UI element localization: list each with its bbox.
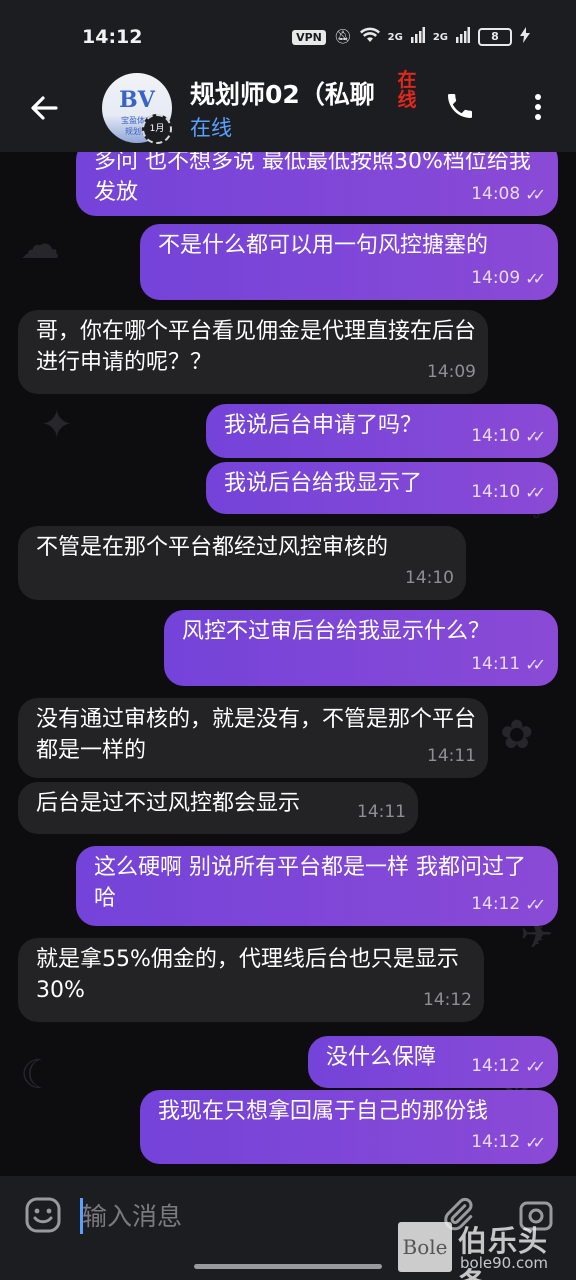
message-bubble-outgoing[interactable]: 没什么保障 14:12 ✓✓: [308, 1036, 558, 1088]
message-meta: 14:10 ✓✓: [471, 421, 546, 452]
double-check-icon: ✓✓: [525, 269, 546, 288]
chat-header: BV 宝盈体育 规划师 1月 规划师02（私聊 在线 在线: [0, 70, 576, 152]
message-meta: 14:12 ✓✓: [471, 889, 546, 920]
message-bubble-outgoing[interactable]: 风控不过审后台给我显示什么？ 14:11 ✓✓: [164, 610, 558, 686]
message-time: 14:12: [471, 894, 521, 914]
message-meta: 14:12 ✓✓: [471, 1051, 546, 1082]
message-time: 14:11: [427, 746, 476, 766]
more-vert-icon[interactable]: [528, 90, 548, 124]
double-check-icon: ✓✓: [525, 895, 546, 914]
message-meta: 14:09 ✓✓: [471, 263, 546, 294]
message-meta: 14:10: [405, 563, 454, 594]
message-meta: 14:12: [423, 985, 472, 1016]
status-bar: 14:12 VPN 🔕︎ 2G 2G 8: [0, 0, 576, 70]
mute-icon: 🔕︎: [333, 29, 352, 45]
background-doodle-icon: ☁: [20, 222, 60, 268]
message-time: 14:08: [471, 184, 521, 204]
message-meta: 14:08 ✓✓: [471, 179, 546, 210]
charging-icon: [520, 27, 530, 47]
background-doodle-icon: ✦: [40, 402, 74, 448]
background-doodle-icon: ☾: [20, 1052, 56, 1098]
message-input[interactable]: [82, 1194, 412, 1238]
signal-1-icon: [410, 27, 425, 47]
message-meta: 14:11 ✓✓: [471, 649, 546, 680]
message-bubble-outgoing[interactable]: 我说后台申请了吗？ 14:10 ✓✓: [206, 404, 558, 458]
message-time: 14:12: [471, 1056, 521, 1076]
message-time: 14:09: [427, 362, 476, 382]
message-text: 不是什么都可以用一句风控搪塞的: [158, 233, 489, 258]
status-time: 14:12: [82, 26, 143, 48]
signal-2-icon: [456, 27, 470, 47]
message-text: 就是拿55%佣金的，代理线后台也只是显示30%: [36, 947, 459, 1003]
message-bubble-outgoing[interactable]: 不是什么都可以用一句风控搪塞的 14:09 ✓✓: [140, 224, 558, 300]
double-check-icon: ✓✓: [525, 427, 546, 446]
message-bubble-incoming[interactable]: 不管是在那个平台都经过风控审核的 14:10: [18, 526, 466, 600]
message-text: 后台是过不过风控都会显示: [36, 791, 301, 816]
message-text: 不管是在那个平台都经过风控审核的: [36, 535, 389, 560]
double-check-icon: ✓✓: [525, 1057, 546, 1076]
message-meta: 14:12 ✓✓: [471, 1127, 546, 1158]
vpn-badge: VPN: [292, 29, 326, 45]
signal-2-label: 2G: [432, 31, 448, 43]
back-arrow-icon[interactable]: [26, 90, 62, 126]
message-bubble-outgoing[interactable]: 我说后台给我显示了 14:10 ✓✓: [206, 462, 558, 514]
message-bubble-outgoing[interactable]: 这么硬啊 别说所有平台都是一样 我都问过了哈 14:12 ✓✓: [76, 846, 558, 926]
avatar-logo: BV: [119, 87, 155, 113]
message-meta: 14:09: [427, 357, 476, 388]
message-text: 哥，你在哪个平台看见佣金是代理直接在后台进行申请的呢？？: [36, 319, 477, 375]
message-bubble-outgoing[interactable]: 我现在只想拿回属于自己的那份钱 14:12 ✓✓: [140, 1090, 558, 1164]
message-text: 我现在只想拿回属于自己的那份钱: [158, 1099, 489, 1124]
online-status: 在线: [190, 116, 232, 140]
message-bubble-incoming[interactable]: 哥，你在哪个平台看见佣金是代理直接在后台进行申请的呢？？ 14:09: [18, 310, 488, 394]
message-text: 风控不过审后台给我显示什么？: [182, 619, 491, 644]
signal-1-label: 2G: [387, 31, 403, 43]
status-icons: VPN 🔕︎ 2G 2G 8: [292, 27, 530, 47]
message-time: 14:09: [471, 268, 521, 288]
message-time: 14:12: [423, 990, 472, 1010]
message-meta: 14:11: [357, 797, 406, 828]
message-list[interactable]: ☁ ✎ ✦ ♜ ☂ ✿ ♪ ✈ ☾ ❄ 多问 也不想多说 最低最低按照30%档位…: [0, 152, 576, 1176]
message-time: 14:10: [471, 482, 521, 502]
double-check-icon: ✓✓: [525, 655, 546, 674]
message-meta: 14:11: [427, 741, 476, 772]
message-bubble-outgoing[interactable]: 多问 也不想多说 最低最低按照30%档位给我发放 14:08 ✓✓: [76, 152, 558, 216]
home-indicator[interactable]: [194, 1264, 382, 1269]
message-time: 14:10: [405, 568, 454, 588]
double-check-icon: ✓✓: [525, 483, 546, 502]
double-check-icon: ✓✓: [525, 185, 546, 204]
message-time: 14:12: [471, 1132, 521, 1152]
chat-title[interactable]: 规划师02（私聊: [190, 75, 422, 111]
watermark-url: bole90.com: [460, 1254, 548, 1272]
watermark-logo: Bole: [398, 1222, 452, 1272]
battery-icon: 8: [478, 28, 512, 46]
background-doodle-icon: ✿: [500, 712, 534, 758]
message-time: 14:11: [357, 802, 406, 822]
emoji-icon[interactable]: [24, 1196, 62, 1234]
message-text: 没有通过审核的，就是没有，不管是那个平台都是一样的: [36, 707, 477, 763]
double-check-icon: ✓✓: [525, 1133, 546, 1152]
phone-icon[interactable]: [444, 90, 476, 122]
message-bubble-incoming[interactable]: 后台是过不过风控都会显示 14:11: [18, 782, 418, 834]
wifi-icon: [359, 27, 380, 47]
title-overlay-sticker: 在线: [397, 69, 417, 111]
message-time: 14:11: [471, 654, 521, 674]
message-time: 14:10: [471, 426, 521, 446]
message-bubble-incoming[interactable]: 就是拿55%佣金的，代理线后台也只是显示30% 14:12: [18, 938, 484, 1022]
story-badge[interactable]: 1月: [142, 114, 172, 144]
message-bubble-incoming[interactable]: 没有通过审核的，就是没有，不管是那个平台都是一样的 14:11: [18, 698, 488, 778]
message-meta: 14:10 ✓✓: [471, 477, 546, 508]
